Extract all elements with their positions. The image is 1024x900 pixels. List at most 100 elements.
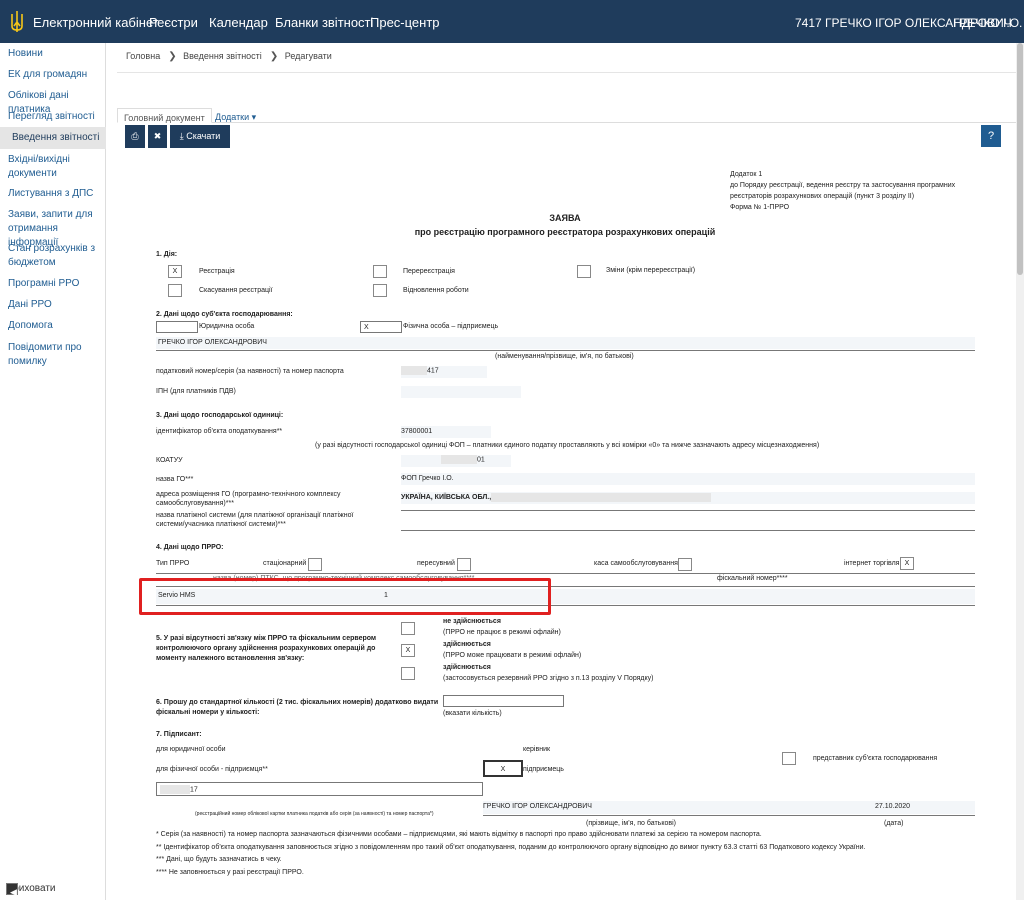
address-label: адреса розміщення ГО (програмно-технічно…: [156, 491, 341, 507]
redacted: x: [491, 493, 711, 502]
offline-no-checkbox[interactable]: [401, 622, 415, 635]
signer-id-hint: (реєстраційний номер облікової картки пл…: [195, 811, 434, 817]
divider: [401, 510, 975, 511]
highlight-box: [139, 578, 551, 615]
top-bar: Електронний кабінет Реєстри Календар Бла…: [0, 0, 1024, 43]
go-name-value: ФОП Гречко І.О.: [401, 475, 454, 482]
type-self-service-checkbox[interactable]: [678, 558, 692, 571]
sign-date-hint: (дата): [884, 820, 904, 827]
action-register-label: Реєстрація: [199, 268, 235, 275]
chevron-right-icon: ❯: [168, 51, 177, 62]
sidebar-item-report-bug[interactable]: Повідомити про помилку: [0, 341, 106, 369]
sidebar-item-correspondence[interactable]: Листування з ДПС: [0, 187, 106, 201]
signer-id-value: 17: [190, 786, 198, 794]
divider: [156, 350, 975, 351]
divider: [483, 815, 975, 816]
type-self-service-label: каса самообслуговування: [594, 560, 678, 567]
koatuu-field[interactable]: x01: [401, 455, 511, 467]
sidebar-item-prro[interactable]: Програмні РРО: [0, 277, 106, 291]
sidebar-item-news[interactable]: Новини: [0, 47, 106, 61]
go-name-label: назва ГО***: [156, 476, 194, 483]
type-stationary-checkbox[interactable]: [308, 558, 322, 571]
address-field[interactable]: УКРАЇНА, КИЇВСЬКА ОБЛ.,x: [401, 492, 975, 504]
sidebar-item-budget[interactable]: Стан розрахунків з бюджетом: [0, 242, 106, 270]
divider: [156, 573, 975, 574]
brand-title[interactable]: Електронний кабінет: [33, 15, 159, 30]
sidebar-item-enter-reports[interactable]: Введення звітності: [0, 127, 106, 149]
offline-yes-checkbox[interactable]: X: [401, 644, 415, 657]
tax-label: податковий номер/серія (за наявності) та…: [156, 368, 344, 375]
sidebar-item-documents[interactable]: Вхідні/вихідні документи: [0, 153, 106, 181]
signer-entrepreneur-label: підприємець: [523, 766, 564, 773]
tab-main-document[interactable]: Головний документ: [117, 108, 212, 123]
action-changes-checkbox[interactable]: [577, 265, 591, 278]
action-cancel-checkbox[interactable]: [168, 284, 182, 297]
action-restore-checkbox[interactable]: [373, 284, 387, 297]
signer-name-value: ГРЕЧКО ІГОР ОЛЕКСАНДРОВИЧ: [483, 803, 592, 810]
action-cancel-label: Скасування реєстрації: [199, 287, 273, 294]
legal-entity-label: Юридична особа: [199, 323, 255, 330]
tab-attachments[interactable]: Додатки ▾: [209, 108, 262, 123]
tax-field[interactable]: x417: [401, 366, 487, 378]
go-name-field[interactable]: ФОП Гречко І.О.: [401, 473, 975, 485]
nav-registers[interactable]: Реєстри: [149, 15, 198, 30]
offline-backup-label: здійснюється: [443, 664, 491, 671]
annex-line: Форма № 1-ПРРО: [730, 204, 790, 211]
print-icon: ⎙: [131, 131, 139, 141]
trident-logo-icon: [11, 11, 23, 32]
collapse-icon: ◀: [6, 883, 18, 897]
section-1-title: 1. Дія:: [156, 251, 178, 258]
section-6-title: 6. Прошу до стандартної кількості (2 тис…: [156, 699, 439, 716]
individual-checkbox[interactable]: X: [360, 321, 402, 333]
extra-fiscal-numbers-input[interactable]: [443, 695, 564, 707]
help-button[interactable]: ?: [981, 125, 1001, 147]
object-id-hint: (у разі відсутності господарської одиниц…: [315, 442, 820, 449]
name-field[interactable]: ГРЕЧКО ІГОР ОЛЕКСАНДРОВИЧ: [156, 337, 975, 349]
payment-system-label: назва платіжної системи (для платіжної о…: [156, 512, 354, 528]
download-label: Скачати: [186, 131, 221, 141]
nav-forms[interactable]: Бланки звітності: [275, 15, 373, 30]
signer-representative-checkbox[interactable]: [782, 752, 796, 765]
nav-calendar[interactable]: Календар: [209, 15, 268, 30]
action-register-checkbox[interactable]: X: [168, 265, 182, 278]
scrollbar[interactable]: [1016, 43, 1024, 900]
section-7-title: 7. Підписант:: [156, 731, 202, 738]
type-mobile-checkbox[interactable]: [457, 558, 471, 571]
section-4-title: 4. Дані щодо ПРРО:: [156, 544, 224, 551]
scrollbar-thumb[interactable]: [1017, 43, 1023, 275]
individual-label: Фізична особа – підприємець: [403, 323, 499, 330]
breadcrumb-reports[interactable]: Введення звітності: [183, 51, 262, 61]
sidebar-item-citizens[interactable]: ЕК для громадян: [0, 68, 106, 82]
type-internet-checkbox[interactable]: X: [900, 557, 914, 570]
divider: [401, 530, 975, 531]
signer-name-field[interactable]: ГРЕЧКО ІГОР ОЛЕКСАНДРОВИЧ 27.10.2020: [483, 801, 975, 814]
offline-no-label: не здійснюється: [443, 618, 501, 625]
signer-entrepreneur-checkbox[interactable]: X: [483, 760, 523, 777]
offline-yes-hint: (ПРРО може працювати в режимі офлайн): [443, 652, 582, 659]
nav-press[interactable]: Прес-центр: [370, 15, 440, 30]
signer-id-field[interactable]: x17: [156, 782, 483, 796]
sidebar-collapse-button[interactable]: ◀ Приховати: [6, 883, 56, 897]
type-internet-label: інтернет торгівля: [844, 560, 900, 567]
sidebar-item-help[interactable]: Допомога: [0, 319, 106, 333]
sidebar-item-rro-data[interactable]: Дані РРО: [0, 298, 106, 312]
form-document: Додаток 1 до Порядку реєстрації, ведення…: [117, 160, 1016, 900]
breadcrumb-home[interactable]: Головна: [126, 51, 160, 61]
signer-head-label: керівник: [523, 746, 551, 753]
action-reregister-checkbox[interactable]: [373, 265, 387, 278]
address-value: УКРАЇНА, КИЇВСЬКА ОБЛ.,: [401, 494, 492, 501]
offline-no-hint: (ПРРО не працює в режимі офлайн): [443, 629, 561, 636]
close-button[interactable]: ✖: [148, 125, 167, 148]
legal-entity-checkbox[interactable]: [156, 321, 198, 333]
download-button[interactable]: ⤓ Скачати: [170, 125, 230, 148]
object-id-label: ідентифікатор об'єкта оподаткування**: [156, 428, 283, 435]
sidebar-item-view-reports[interactable]: Перегляд звітності: [0, 110, 106, 124]
offline-backup-checkbox[interactable]: [401, 667, 415, 680]
table-column-fiscal: фіскальний номер****: [717, 575, 788, 582]
user-short-name[interactable]: ГРЕЧКО І.О.: [953, 16, 1022, 30]
ipn-field[interactable]: [401, 386, 521, 398]
signer-legal-label: для юридичної особи: [156, 746, 226, 753]
object-id-field[interactable]: 37800001: [401, 426, 491, 438]
tab-bar: Головний документ Додатки ▾: [117, 108, 1016, 123]
print-button[interactable]: ⎙: [125, 125, 145, 148]
